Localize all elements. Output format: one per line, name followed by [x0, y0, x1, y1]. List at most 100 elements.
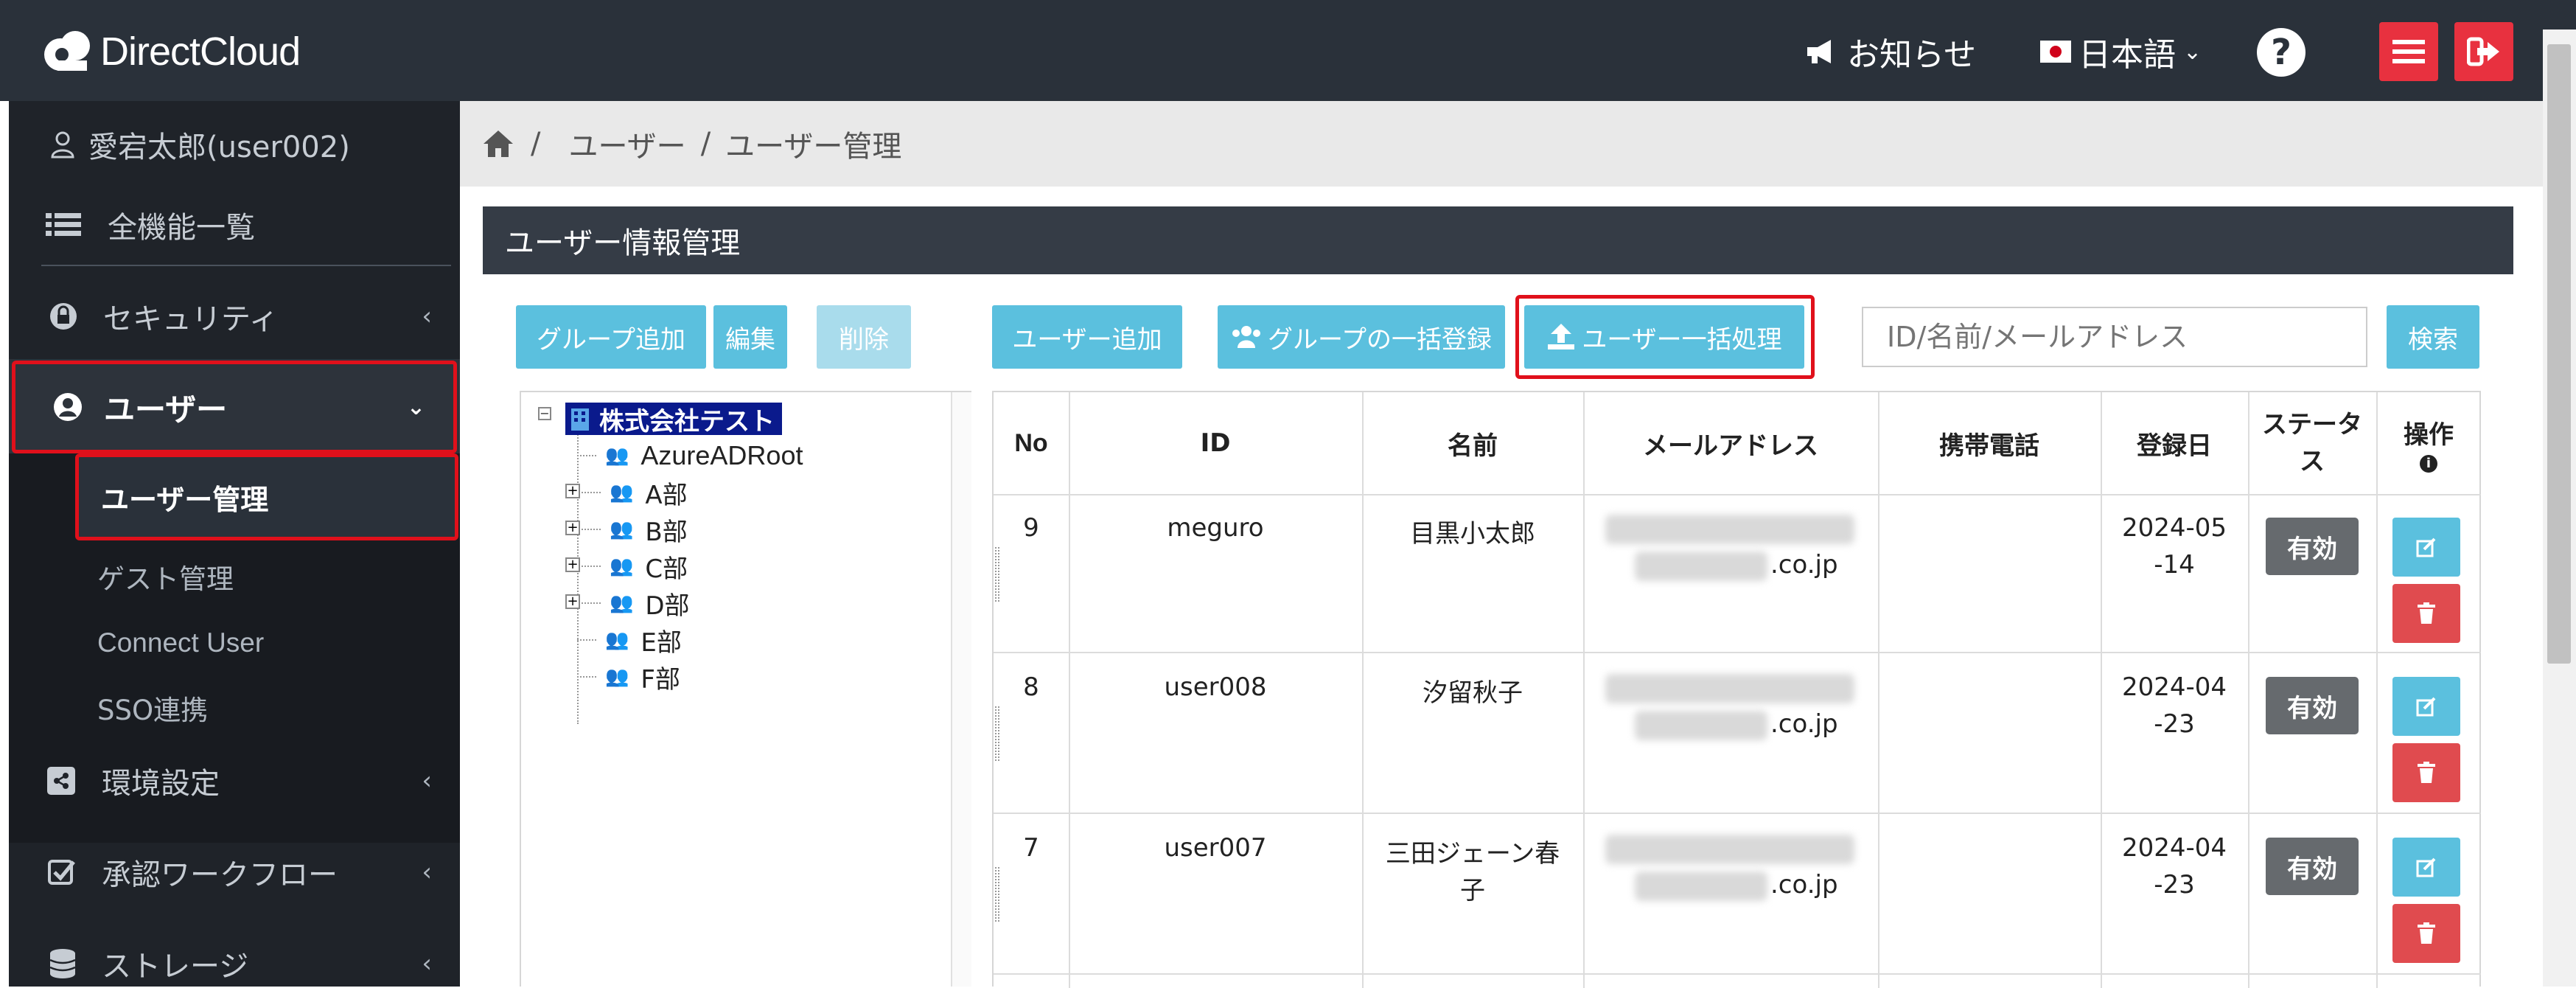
- list-icon: [46, 213, 81, 236]
- column-header-no[interactable]: No: [994, 392, 1069, 494]
- user-add-button[interactable]: ユーザー追加: [992, 305, 1182, 369]
- tree-node-azure[interactable]: 👥 AzureADRoot: [577, 438, 803, 473]
- drag-handle[interactable]: [995, 547, 999, 602]
- column-header-registered[interactable]: 登録日: [2101, 392, 2248, 494]
- group-icon: 👥: [605, 629, 629, 651]
- info-icon[interactable]: i: [2420, 454, 2437, 473]
- group-bulk-register-button[interactable]: グループの一括登録: [1218, 305, 1505, 369]
- sidebar-item-settings[interactable]: 環境設定 ‹: [9, 735, 460, 827]
- trash-icon: [2418, 602, 2435, 624]
- menu-button[interactable]: [2379, 22, 2438, 81]
- sidebar-item-storage[interactable]: ストレージ ‹: [9, 918, 460, 987]
- help-icon[interactable]: ?: [2257, 28, 2306, 77]
- edit-icon: [2416, 538, 2436, 557]
- edit-user-button[interactable]: [2392, 677, 2460, 736]
- cell-id: user008: [1164, 672, 1267, 702]
- column-header-status[interactable]: ステータス: [2255, 403, 2369, 484]
- sidebar-item-label: 承認ワークフロー: [102, 858, 338, 892]
- notice-link[interactable]: お知らせ: [1804, 29, 1976, 74]
- tree-node-a[interactable]: + 👥 A部: [565, 475, 688, 510]
- edit-user-button[interactable]: [2392, 838, 2460, 897]
- column-header-id[interactable]: ID: [1069, 392, 1362, 494]
- tree-node-f[interactable]: 👥 F部: [577, 659, 680, 695]
- search-button[interactable]: 検索: [2387, 305, 2479, 369]
- cell-id: user007: [1164, 833, 1267, 863]
- column-header-mobile[interactable]: 携帯電話: [1878, 392, 2101, 494]
- cell-id: meguro: [1167, 513, 1264, 543]
- sidebar-subitem-guest-management[interactable]: ゲスト管理: [97, 543, 234, 610]
- sidebar-item-label: 全機能一覧: [108, 211, 255, 245]
- tree-expand-toggle[interactable]: +: [565, 484, 580, 498]
- language-selector[interactable]: 日本語 ⌄: [2040, 29, 2202, 74]
- japan-flag-icon: [2040, 41, 2071, 63]
- sidebar-subitem-connect-user[interactable]: Connect User: [97, 610, 264, 676]
- logout-button[interactable]: [2454, 22, 2513, 81]
- chevron-left-icon: ‹: [422, 857, 432, 887]
- user-icon: [51, 131, 74, 159]
- user-table: No ID 名前 メールアドレス 携帯電話 登録日 ステータス 操作 i 9 m…: [992, 391, 2481, 988]
- drag-handle[interactable]: [995, 867, 999, 922]
- delete-user-button[interactable]: [2392, 743, 2460, 802]
- breadcrumb-users[interactable]: ユーザー: [568, 122, 685, 165]
- tree-node-e[interactable]: 👥 E部: [577, 622, 682, 658]
- search-input[interactable]: [1862, 307, 2367, 367]
- cell-no: 9: [1023, 513, 1039, 543]
- cell-email-suffix: .co.jp: [1770, 709, 1838, 739]
- edit-user-button[interactable]: [2392, 518, 2460, 577]
- column-header-action-label: 操作: [2404, 420, 2454, 450]
- tree-node-b[interactable]: + 👥 B部: [565, 512, 688, 547]
- group-add-button[interactable]: グループ追加: [516, 305, 706, 369]
- home-icon[interactable]: [482, 129, 514, 159]
- edit-icon: [2416, 857, 2436, 877]
- cell-name: 汐留秋子: [1423, 678, 1523, 708]
- column-header-email[interactable]: メールアドレス: [1583, 392, 1878, 494]
- column-header-name[interactable]: 名前: [1362, 392, 1583, 494]
- cell-no: 8: [1023, 672, 1039, 702]
- user-bulk-process-button[interactable]: ユーザー一括処理: [1524, 305, 1804, 369]
- page-scrollbar-thumb[interactable]: [2547, 44, 2571, 664]
- sidebar-subitem-label: ユーザー管理: [101, 483, 269, 516]
- trash-icon: [2418, 762, 2435, 783]
- column-header-action: 操作 i: [2376, 392, 2481, 494]
- tree-expand-toggle[interactable]: +: [565, 521, 580, 535]
- tree-collapse-toggle[interactable]: −: [538, 407, 551, 420]
- sidebar-item-all-functions[interactable]: 全機能一覧: [9, 188, 460, 262]
- sidebar-item-user[interactable]: ユーザー ⌄: [12, 361, 457, 453]
- sidebar-user[interactable]: 愛宕太郎(user002): [9, 101, 460, 188]
- language-label: 日本語: [2078, 36, 2176, 74]
- tree-node-d[interactable]: + 👥 D部: [565, 585, 690, 621]
- logout-icon: [2467, 37, 2499, 66]
- table-row[interactable]: 9 meguro 目黒小太郎 .co.jp 2024-05 -14 有効: [994, 495, 2481, 652]
- user-bulk-label: ユーザー一括処理: [1582, 324, 1782, 355]
- cell-email-suffix: .co.jp: [1770, 550, 1838, 580]
- cell-date: 2024-04: [2121, 672, 2227, 702]
- delete-button[interactable]: 削除: [817, 305, 911, 369]
- panel-header: ユーザー情報管理: [483, 206, 2513, 274]
- email-blurred: [1635, 872, 1767, 901]
- status-badge: 有効: [2266, 677, 2359, 734]
- sidebar-subitem-user-management[interactable]: ユーザー管理: [75, 453, 458, 540]
- delete-user-button[interactable]: [2392, 584, 2460, 643]
- tree-node-label: AzureADRoot: [640, 440, 803, 470]
- breadcrumb-user-management: ユーザー管理: [725, 130, 902, 164]
- tree-node-label: F部: [640, 664, 680, 695]
- table-row[interactable]: 7 user007 三田ジェーン春 子 .co.jp 2024-04 -23 有…: [994, 814, 2481, 973]
- email-blurred: [1635, 552, 1767, 581]
- sidebar-subitem-sso[interactable]: SSO連携: [97, 675, 208, 741]
- logo[interactable]: DirectCloud: [43, 27, 301, 77]
- tree-node-root[interactable]: 株式会社テスト: [565, 403, 782, 436]
- tree-expand-toggle[interactable]: +: [565, 594, 580, 609]
- drag-handle[interactable]: [995, 706, 999, 761]
- sidebar-item-security[interactable]: セキュリティ ‹: [9, 274, 460, 359]
- tree-expand-toggle[interactable]: +: [565, 557, 580, 572]
- sidebar-item-workflow[interactable]: 承認ワークフロー ‹: [9, 827, 460, 918]
- tree-scrollbar[interactable]: [951, 392, 971, 987]
- database-icon: [49, 949, 76, 978]
- top-bar: DirectCloud お知らせ 日本語 ⌄ ?: [0, 0, 2576, 101]
- delete-user-button[interactable]: [2392, 904, 2460, 963]
- edit-button[interactable]: 編集: [713, 305, 787, 369]
- sidebar-divider: [41, 265, 451, 266]
- table-row[interactable]: 8 user008 汐留秋子 .co.jp 2024-04 -23 有効: [994, 653, 2481, 813]
- cell-date-cont: -14: [2154, 550, 2195, 580]
- tree-node-c[interactable]: + 👥 C部: [565, 549, 688, 584]
